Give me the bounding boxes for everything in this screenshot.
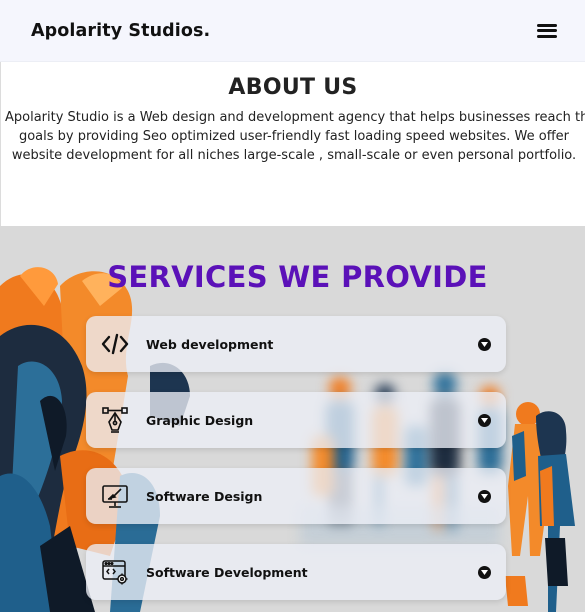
menu-bar xyxy=(537,23,557,27)
service-label: Software Design xyxy=(146,488,263,504)
chevron-down-circle-icon[interactable] xyxy=(478,337,491,351)
chevron-down-circle-icon[interactable] xyxy=(478,489,491,503)
service-item-software-development[interactable]: Software Development xyxy=(86,544,506,600)
menu-bar xyxy=(537,29,557,32)
service-item-web-development[interactable]: Web development xyxy=(86,316,506,372)
service-label: Web development xyxy=(146,336,274,352)
brand-logo[interactable]: Apolarity Studios. xyxy=(31,21,210,41)
about-line: goals by providing Seo optimized user-fr… xyxy=(18,129,570,144)
service-label: Graphic Design xyxy=(146,412,254,428)
services-list: Web development Graphic Design Software … xyxy=(86,316,506,612)
hamburger-menu-icon[interactable] xyxy=(537,23,557,39)
about-line: Apolarity Studio is a Web design and dev… xyxy=(5,110,585,125)
about-title: ABOUT US xyxy=(228,75,358,100)
about-section: ABOUT US Apolarity Studio is a Web desig… xyxy=(0,62,585,226)
code-icon xyxy=(100,329,130,359)
services-title: SERVICES WE PROVIDE xyxy=(107,260,488,294)
browser-gear-icon xyxy=(100,557,130,587)
about-line: website development for all niches large… xyxy=(11,148,577,163)
chevron-down-circle-icon[interactable] xyxy=(478,413,491,427)
menu-bar xyxy=(537,34,557,38)
pen-tool-icon xyxy=(100,405,130,435)
service-item-graphic-design[interactable]: Graphic Design xyxy=(86,392,506,448)
about-text: Apolarity Studio is a Web design and dev… xyxy=(1,108,585,165)
monitor-design-icon xyxy=(100,481,130,511)
chevron-down-circle-icon[interactable] xyxy=(478,565,491,579)
services-section: SERVICES WE PROVIDE Web development Grap… xyxy=(0,226,585,612)
navbar: Apolarity Studios. xyxy=(0,0,585,62)
service-item-software-design[interactable]: Software Design xyxy=(86,468,506,524)
service-label: Software Development xyxy=(146,564,308,580)
